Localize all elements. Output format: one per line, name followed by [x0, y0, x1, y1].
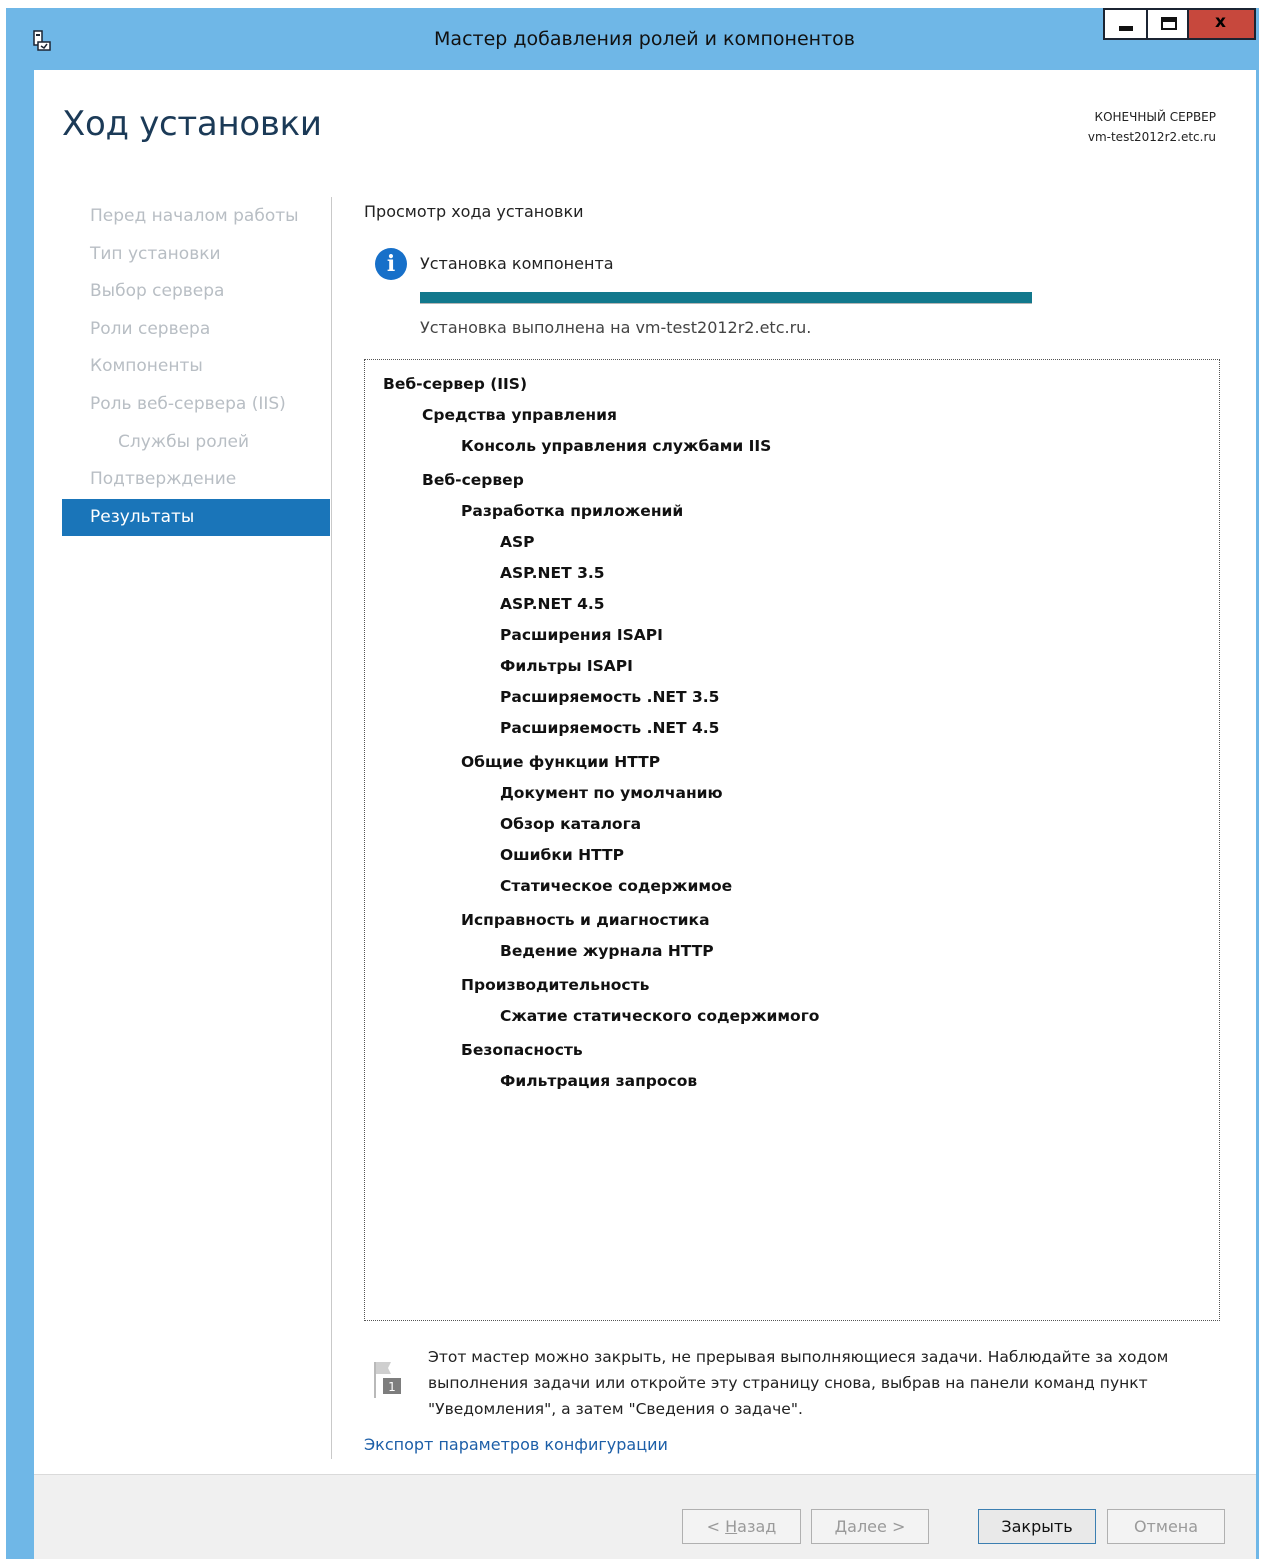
- maximize-icon: [1161, 17, 1177, 30]
- status-detail: Установка выполнена на vm-test2012r2.etc…: [420, 318, 812, 337]
- nav-divider: [331, 197, 332, 1459]
- destination-server-label: КОНЕЧНЫЙ СЕРВЕР: [1094, 110, 1216, 124]
- tree-item: ASP.NET 4.5: [500, 595, 605, 613]
- minimize-icon: [1119, 26, 1133, 31]
- cropped-caption: [0, 0, 1266, 8]
- progress-bar-fill: [420, 292, 1032, 303]
- tree-item: Веб-сервер: [422, 471, 524, 489]
- nav-item-installation-type[interactable]: Тип установки: [62, 236, 330, 274]
- wizard-steps-nav: Перед началом работы Тип установки Выбор…: [62, 198, 330, 537]
- destination-server-name: vm-test2012r2.etc.ru: [1087, 130, 1216, 144]
- tree-item: Расширяемость .NET 4.5: [500, 719, 720, 737]
- back-button-prefix: <: [706, 1517, 726, 1536]
- window-title: Мастер добавления ролей и компонентов: [434, 28, 855, 50]
- back-button-label: азад: [737, 1517, 777, 1536]
- nav-item-results[interactable]: Результаты: [62, 498, 330, 537]
- progress-bar: [420, 292, 1032, 304]
- tree-item: ASP: [500, 533, 535, 551]
- wizard-window: Мастер добавления ролей и компонентов x …: [6, 8, 1259, 1559]
- notification-badge-number: 1: [388, 1380, 396, 1394]
- tree-item: Обзор каталога: [500, 815, 642, 833]
- tree-item: Средства управления: [422, 406, 617, 424]
- tree-item: Расширяемость .NET 3.5: [500, 688, 720, 706]
- back-button[interactable]: < Назад: [682, 1509, 801, 1544]
- tree-item: Фильтры ISAPI: [500, 657, 633, 675]
- back-button-accesskey: Н: [725, 1517, 738, 1536]
- status-title: Установка компонента: [420, 254, 614, 273]
- tree-item: Производительность: [461, 976, 650, 994]
- info-icon: i: [375, 248, 407, 280]
- installed-components-list[interactable]: Веб-сервер (IIS) Средства управления Кон…: [364, 359, 1220, 1321]
- tree-item: Сжатие статического содержимого: [500, 1007, 820, 1025]
- tree-item: ASP.NET 3.5: [500, 564, 605, 582]
- tree-item: Консоль управления службами IIS: [461, 437, 772, 455]
- tree-item: Ведение журнала HTTP: [500, 942, 714, 960]
- tree-item: Разработка приложений: [461, 502, 684, 520]
- wizard-client-area: Ход установки КОНЕЧНЫЙ СЕРВЕР vm-test201…: [34, 70, 1256, 1559]
- cancel-button[interactable]: Отмена: [1107, 1509, 1225, 1544]
- notification-flag-icon: 1: [374, 1362, 401, 1398]
- tree-item: Исправность и диагностика: [461, 911, 710, 929]
- tree-item: Общие функции HTTP: [461, 753, 661, 771]
- tree-item: Безопасность: [461, 1041, 583, 1059]
- nav-item-server-selection[interactable]: Выбор сервера: [62, 273, 330, 311]
- page-title: Ход установки: [62, 104, 322, 144]
- nav-item-server-roles[interactable]: Роли сервера: [62, 311, 330, 349]
- nav-item-before-you-begin[interactable]: Перед началом работы: [62, 198, 330, 236]
- tree-item: Статическое содержимое: [500, 877, 733, 895]
- maximize-button[interactable]: [1146, 8, 1189, 40]
- tree-item: Расширения ISAPI: [500, 626, 663, 644]
- next-button-accesskey: Д: [834, 1517, 848, 1536]
- tree-item: Веб-сервер (IIS): [383, 375, 528, 393]
- nav-item-confirmation[interactable]: Подтверждение: [62, 461, 330, 499]
- nav-item-role-services[interactable]: Службы ролей: [62, 424, 330, 462]
- title-bar[interactable]: Мастер добавления ролей и компонентов x: [6, 8, 1259, 70]
- components-tree: Веб-сервер (IIS) Средства управления Кон…: [383, 370, 819, 1098]
- next-button-label: алее >: [847, 1517, 906, 1536]
- nav-item-web-server-role[interactable]: Роль веб-сервера (IIS): [62, 386, 330, 424]
- close-window-button[interactable]: x: [1189, 8, 1256, 40]
- minimize-button[interactable]: [1103, 8, 1146, 40]
- tree-item: Документ по умолчанию: [500, 784, 723, 802]
- wizard-footer: < Назад Далее > Закрыть Отмена: [34, 1474, 1256, 1559]
- close-icon: x: [1215, 12, 1226, 32]
- tree-item: Ошибки HTTP: [500, 846, 624, 864]
- nav-item-features[interactable]: Компоненты: [62, 348, 330, 386]
- export-configuration-link[interactable]: Экспорт параметров конфигурации: [364, 1435, 668, 1454]
- section-heading: Просмотр хода установки: [364, 202, 584, 221]
- next-button[interactable]: Далее >: [811, 1509, 929, 1544]
- background-task-note: Этот мастер можно закрыть, не прерывая в…: [428, 1348, 1169, 1418]
- tree-item: Фильтрация запросов: [500, 1072, 698, 1090]
- close-button[interactable]: Закрыть: [978, 1509, 1096, 1544]
